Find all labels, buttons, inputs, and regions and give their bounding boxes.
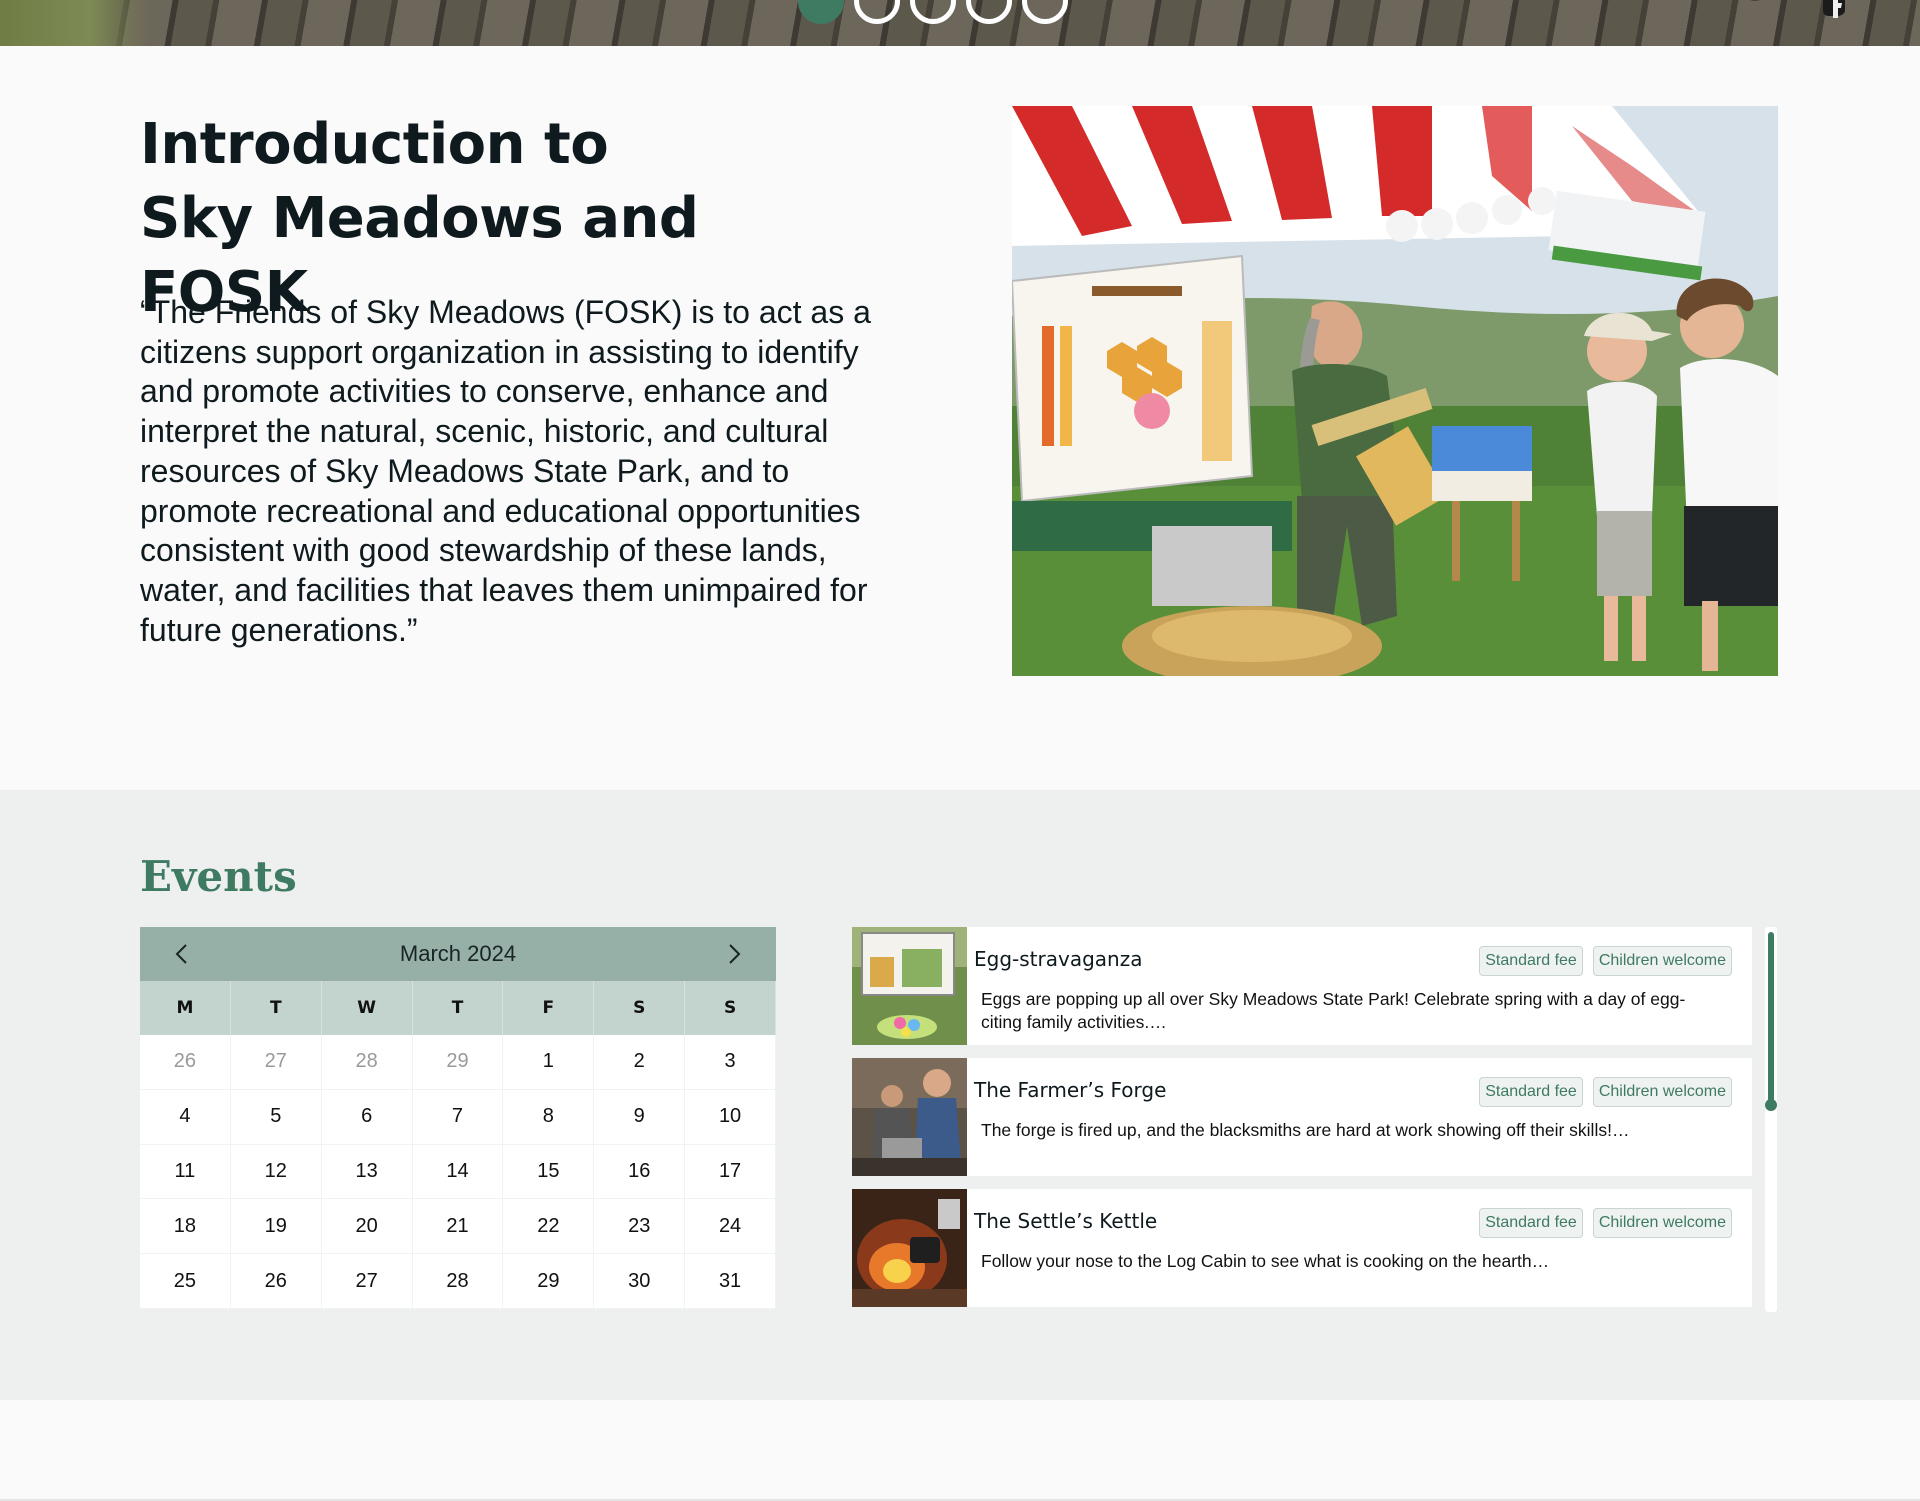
slide-dot-1[interactable] <box>798 0 844 24</box>
calendar-day[interactable]: 12 <box>230 1144 322 1200</box>
calendar-days-grid: 26 27 28 29 1 2 3 4 5 6 7 8 9 10 11 12 13 14 15 16 17 18 19 20 2… <box>140 1035 776 1309</box>
tag-children-welcome: Children welcome <box>1592 1208 1732 1238</box>
weekday-label: F <box>503 981 595 1035</box>
mission-quote: “The Friends of Sky Meadows (FOSK) is to… <box>140 294 871 648</box>
calendar-day[interactable]: 25 <box>140 1254 231 1309</box>
hero-banner <box>0 0 1920 46</box>
calendar-day[interactable]: 22 <box>503 1199 595 1255</box>
calendar-day[interactable]: 5 <box>230 1089 322 1145</box>
event-card-egg-stravaganza[interactable]: Egg-stravaganza Standard fee Children we… <box>852 927 1752 1045</box>
hero-grass <box>0 0 150 46</box>
chevron-right-icon[interactable] <box>722 942 746 966</box>
calendar-day[interactable]: 11 <box>140 1144 231 1200</box>
calendar-day[interactable]: 4 <box>140 1089 231 1145</box>
calendar-day[interactable]: 27 <box>230 1035 322 1090</box>
calendar-weekdays: M T W T F S S <box>140 981 776 1035</box>
events-heading: Events <box>140 852 297 901</box>
chevron-left-icon[interactable] <box>170 942 194 966</box>
calendar-day[interactable]: 13 <box>321 1144 413 1200</box>
intro-photo <box>1012 106 1778 676</box>
calendar-day[interactable]: 29 <box>412 1035 504 1090</box>
slide-dot-3[interactable] <box>910 0 956 24</box>
calendar-day[interactable]: 21 <box>412 1199 504 1255</box>
slide-dot-5[interactable] <box>1022 0 1068 24</box>
calendar-day[interactable]: 16 <box>594 1144 686 1200</box>
calendar-day[interactable]: 29 <box>503 1254 595 1309</box>
calendar-day[interactable]: 10 <box>685 1089 776 1145</box>
event-list: Egg-stravaganza Standard fee Children we… <box>852 927 1752 1320</box>
facebook-icon[interactable] <box>1815 0 1855 18</box>
slide-indicators <box>798 0 1068 24</box>
calendar-day[interactable]: 3 <box>685 1035 776 1090</box>
calendar-day[interactable]: 28 <box>321 1035 413 1090</box>
beekeeper-photo-illustration <box>1012 106 1778 676</box>
event-title[interactable]: The Farmer’s Forge <box>974 1078 1166 1102</box>
weekday-label: S <box>594 981 686 1035</box>
calendar-day[interactable]: 20 <box>321 1199 413 1255</box>
event-tags: Standard fee Children welcome <box>1479 1208 1732 1238</box>
event-tags: Standard fee Children welcome <box>1479 1077 1732 1107</box>
calendar-day[interactable]: 26 <box>230 1254 322 1309</box>
weekday-label: T <box>231 981 322 1035</box>
weekday-label: M <box>140 981 231 1035</box>
event-description: Follow your nose to the Log Cabin to see… <box>981 1251 1550 1271</box>
calendar-day[interactable]: 1 <box>503 1035 595 1090</box>
calendar-day[interactable]: 6 <box>321 1089 413 1145</box>
calendar-day[interactable]: 30 <box>594 1254 686 1309</box>
slide-dot-2[interactable] <box>854 0 900 24</box>
event-thumbnail <box>852 1058 967 1176</box>
event-title[interactable]: The Settle’s Kettle <box>974 1209 1157 1233</box>
calendar-day[interactable]: 7 <box>412 1089 504 1145</box>
tag-standard-fee: Standard fee <box>1479 946 1583 976</box>
event-card-farmers-forge[interactable]: The Farmer’s Forge Standard fee Children… <box>852 1058 1752 1176</box>
event-tags: Standard fee Children welcome <box>1479 946 1732 976</box>
event-description: The forge is fired up, and the blacksmit… <box>981 1120 1630 1140</box>
calendar-header: March 2024 <box>140 927 776 981</box>
event-list-scrollbar[interactable] <box>1765 927 1777 1312</box>
tag-standard-fee: Standard fee <box>1479 1208 1583 1238</box>
tag-children-welcome: Children welcome <box>1592 946 1732 976</box>
event-thumbnail <box>852 927 967 1045</box>
calendar-day[interactable]: 9 <box>594 1089 686 1145</box>
calendar-day[interactable]: 2 <box>594 1035 686 1090</box>
events-calendar: March 2024 M T W T F S S 26 27 28 29 1 2 3 4 5 6 7… <box>140 927 776 1309</box>
weekday-label: W <box>322 981 413 1035</box>
calendar-month-label: March 2024 <box>399 941 517 966</box>
scrollbar-handle[interactable] <box>1765 1099 1777 1111</box>
calendar-day[interactable]: 18 <box>140 1199 231 1255</box>
slide-dot-4[interactable] <box>966 0 1012 24</box>
event-thumbnail <box>852 1189 967 1307</box>
scrollbar-thumb[interactable] <box>1768 932 1774 1102</box>
calendar-day[interactable]: 23 <box>594 1199 686 1255</box>
event-description: Eggs are popping up all over Sky Meadows… <box>981 989 1686 1032</box>
event-card-settles-kettle[interactable]: The Settle’s Kettle Standard fee Childre… <box>852 1189 1752 1307</box>
calendar-day[interactable]: 15 <box>503 1144 595 1200</box>
calendar-day[interactable]: 17 <box>685 1144 776 1200</box>
tag-children-welcome: Children welcome <box>1592 1077 1732 1107</box>
calendar-day[interactable]: 31 <box>685 1254 776 1309</box>
weekday-label: S <box>685 981 776 1035</box>
calendar-day[interactable]: 26 <box>140 1035 231 1090</box>
calendar-day[interactable]: 8 <box>503 1089 595 1145</box>
calendar-day[interactable]: 28 <box>412 1254 504 1309</box>
calendar-day[interactable]: 27 <box>321 1254 413 1309</box>
weekday-label: T <box>413 981 504 1035</box>
calendar-day[interactable]: 14 <box>412 1144 504 1200</box>
tag-standard-fee: Standard fee <box>1479 1077 1583 1107</box>
twitter-icon[interactable] <box>1730 0 1770 18</box>
event-title[interactable]: Egg-stravaganza <box>974 947 1142 971</box>
calendar-day[interactable]: 19 <box>230 1199 322 1255</box>
calendar-day[interactable]: 24 <box>685 1199 776 1255</box>
